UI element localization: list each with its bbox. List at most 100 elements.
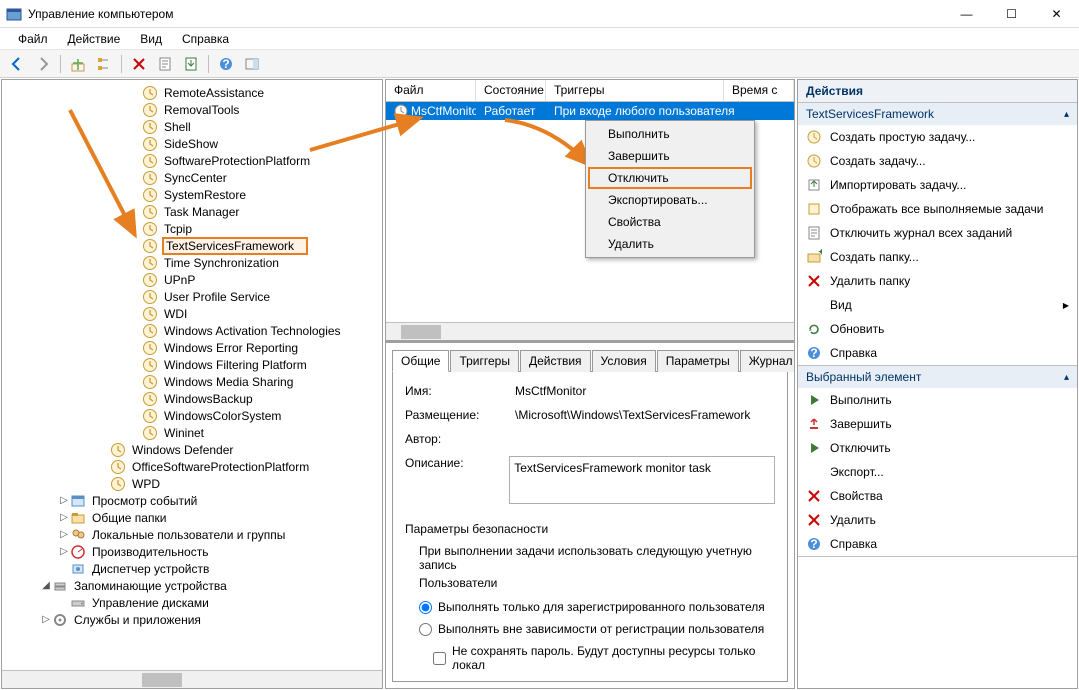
checkbox-nopassword[interactable]	[433, 652, 446, 665]
expander-icon[interactable]: ◢	[40, 580, 52, 591]
action-item[interactable]: Отключить журнал всех заданий	[798, 221, 1077, 245]
context-run[interactable]: Выполнить	[588, 123, 752, 145]
tree-item[interactable]: ▷Локальные пользователи и группы	[2, 526, 382, 543]
task-row[interactable]: MsCtfMonitor Работает При входе любого п…	[386, 102, 794, 120]
tree-item[interactable]: WDI	[2, 305, 382, 322]
action-item[interactable]: Завершить	[798, 412, 1077, 436]
expander-icon[interactable]: ▷	[58, 495, 70, 506]
forward-button[interactable]	[32, 53, 54, 75]
tab-conditions[interactable]: Условия	[592, 350, 656, 372]
tree-item[interactable]: SideShow	[2, 135, 382, 152]
tree-item[interactable]: SyncCenter	[2, 169, 382, 186]
tree-item[interactable]: Shell	[2, 118, 382, 135]
up-button[interactable]	[67, 53, 89, 75]
action-item[interactable]: Создать задачу...	[798, 149, 1077, 173]
tab-journal[interactable]: Журнал	[740, 350, 794, 372]
actions-section-folder[interactable]: TextServicesFramework ▴	[798, 103, 1077, 125]
tree-item[interactable]: Windows Error Reporting	[2, 339, 382, 356]
tree-item[interactable]: Windows Activation Technologies	[2, 322, 382, 339]
context-export[interactable]: Экспортировать...	[588, 189, 752, 211]
delete-button[interactable]	[128, 53, 150, 75]
export-button[interactable]	[180, 53, 202, 75]
action-item[interactable]: Удалить	[798, 508, 1077, 532]
tree-item[interactable]: SoftwareProtectionPlatform	[2, 152, 382, 169]
tree-item[interactable]: TextServicesFramework	[2, 237, 382, 254]
task-list-header[interactable]: Файл Состояние Триггеры Время с	[386, 80, 794, 102]
tree-item[interactable]: Windows Media Sharing	[2, 373, 382, 390]
tree-item[interactable]: ◢Запоминающие устройства	[2, 577, 382, 594]
tree-item[interactable]: ▷Общие папки	[2, 509, 382, 526]
context-properties[interactable]: Свойства	[588, 211, 752, 233]
col-state[interactable]: Состояние	[476, 80, 546, 101]
expander-icon[interactable]: ▷	[40, 614, 52, 625]
context-delete[interactable]: Удалить	[588, 233, 752, 255]
tree-item[interactable]: Windows Defender	[2, 441, 382, 458]
action-item[interactable]: Отображать все выполняемые задачи	[798, 197, 1077, 221]
menu-help[interactable]: Справка	[172, 30, 239, 48]
back-button[interactable]	[6, 53, 28, 75]
tree-item[interactable]: ▷Просмотр событий	[2, 492, 382, 509]
action-item[interactable]: Свойства	[798, 484, 1077, 508]
menu-action[interactable]: Действие	[58, 30, 131, 48]
tree-horizontal-scrollbar[interactable]	[2, 670, 382, 688]
action-item[interactable]: Экспорт...	[798, 460, 1077, 484]
tree-item[interactable]: Управление дисками	[2, 594, 382, 611]
tree-item[interactable]: Tcpip	[2, 220, 382, 237]
radio-logged-on[interactable]	[419, 601, 432, 614]
action-item[interactable]: Отключить	[798, 436, 1077, 460]
tree-item[interactable]: ▷Производительность	[2, 543, 382, 560]
expander-icon[interactable]: ▷	[58, 529, 70, 540]
security-account-text: При выполнении задачи использовать следу…	[405, 544, 775, 572]
action-item[interactable]: ?Справка	[798, 341, 1077, 365]
maximize-button[interactable]: ☐	[989, 0, 1034, 28]
tree-item[interactable]: Task Manager	[2, 203, 382, 220]
context-disable[interactable]: Отключить	[588, 167, 752, 189]
tree-item[interactable]: OfficeSoftwareProtectionPlatform	[2, 458, 382, 475]
tab-actions[interactable]: Действия	[520, 350, 591, 372]
col-time[interactable]: Время с	[724, 80, 794, 101]
action-item[interactable]: Выполнить	[798, 388, 1077, 412]
action-item[interactable]: ?Справка	[798, 532, 1077, 556]
tree-item[interactable]: WindowsColorSystem	[2, 407, 382, 424]
close-button[interactable]: ✕	[1034, 0, 1079, 28]
actions-section-selected[interactable]: Выбранный элемент ▴	[798, 366, 1077, 388]
tree-item[interactable]: SystemRestore	[2, 186, 382, 203]
tree-item[interactable]: User Profile Service	[2, 288, 382, 305]
action-item[interactable]: Создать простую задачу...	[798, 125, 1077, 149]
tab-parameters[interactable]: Параметры	[657, 350, 739, 372]
action-item[interactable]: Вид	[798, 293, 1077, 317]
expander-icon[interactable]: ▷	[58, 512, 70, 523]
radio-any[interactable]	[419, 623, 432, 636]
expander-icon[interactable]: ▷	[58, 546, 70, 557]
tree-item[interactable]: ▷Службы и приложения	[2, 611, 382, 628]
action-item[interactable]: Импортировать задачу...	[798, 173, 1077, 197]
tab-general[interactable]: Общие	[392, 350, 449, 372]
tree-item[interactable]: Windows Filtering Platform	[2, 356, 382, 373]
tree-item[interactable]: RemovalTools	[2, 101, 382, 118]
properties-button[interactable]	[154, 53, 176, 75]
tree-pane[interactable]: RemoteAssistanceRemovalToolsShellSideSho…	[1, 79, 383, 689]
tree-item[interactable]: Time Synchronization	[2, 254, 382, 271]
tree-button[interactable]	[93, 53, 115, 75]
panel-button[interactable]	[241, 53, 263, 75]
users-icon	[70, 527, 86, 543]
tree-item[interactable]: UPnP	[2, 271, 382, 288]
description-value[interactable]: TextServicesFramework monitor task	[509, 456, 775, 504]
action-item[interactable]: Обновить	[798, 317, 1077, 341]
minimize-button[interactable]: —	[944, 0, 989, 28]
tree-item[interactable]: RemoteAssistance	[2, 84, 382, 101]
menu-view[interactable]: Вид	[130, 30, 172, 48]
context-end[interactable]: Завершить	[588, 145, 752, 167]
help-button[interactable]: ?	[215, 53, 237, 75]
task-horizontal-scrollbar[interactable]	[386, 322, 794, 340]
menu-file[interactable]: Файл	[8, 30, 58, 48]
tree-item[interactable]: WPD	[2, 475, 382, 492]
col-triggers[interactable]: Триггеры	[546, 80, 724, 101]
tree-item[interactable]: Диспетчер устройств	[2, 560, 382, 577]
col-file[interactable]: Файл	[386, 80, 476, 101]
tree-item[interactable]: Wininet	[2, 424, 382, 441]
tab-triggers[interactable]: Триггеры	[450, 350, 519, 372]
tree-item[interactable]: WindowsBackup	[2, 390, 382, 407]
action-item[interactable]: ✦Создать папку...	[798, 245, 1077, 269]
action-item[interactable]: Удалить папку	[798, 269, 1077, 293]
